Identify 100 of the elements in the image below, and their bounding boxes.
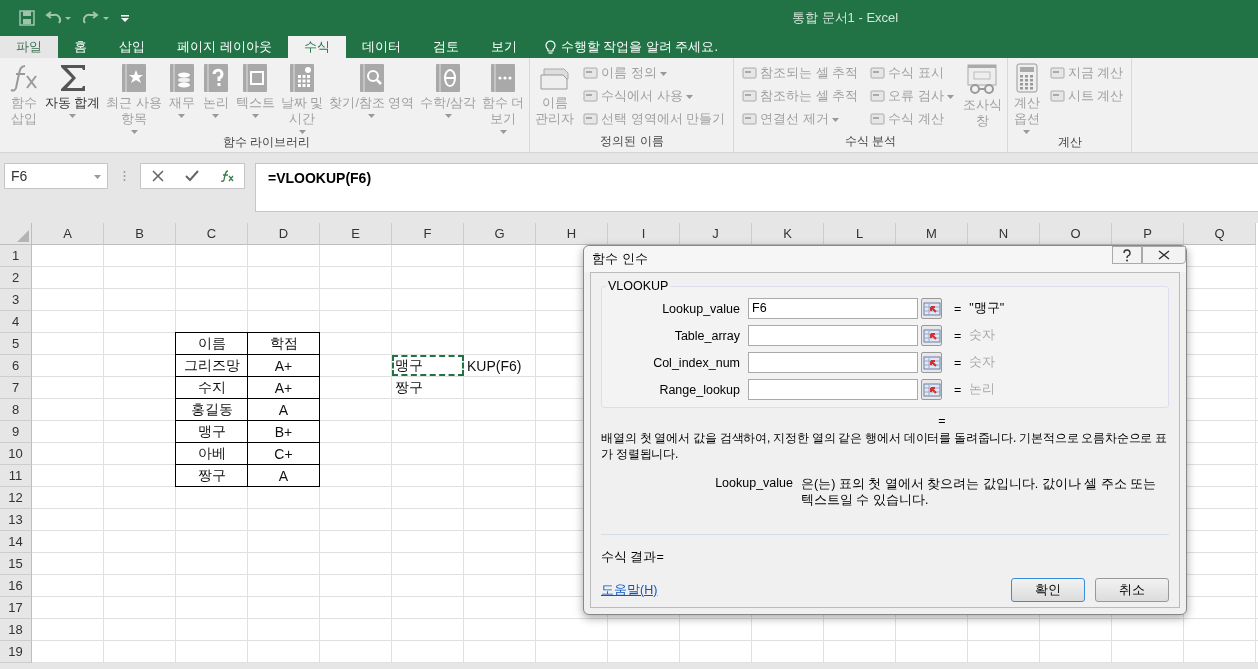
close-button[interactable] bbox=[1142, 246, 1186, 264]
small-command-icon bbox=[583, 112, 599, 126]
argument-field[interactable] bbox=[748, 379, 918, 400]
ribbon-tab[interactable]: 수식 bbox=[287, 36, 346, 58]
function-name: VLOOKUP bbox=[607, 279, 670, 293]
column-header[interactable]: G bbox=[464, 223, 536, 245]
row-header[interactable]: 4 bbox=[0, 311, 32, 333]
function-icon[interactable] bbox=[219, 170, 234, 182]
file-tab[interactable]: 파일 bbox=[0, 36, 58, 58]
argument-result: 논리 bbox=[969, 381, 996, 398]
small-command-icon bbox=[1049, 66, 1065, 80]
row-header[interactable]: 6 bbox=[0, 355, 32, 377]
range-select-button[interactable] bbox=[921, 352, 942, 373]
argument-result: "맹구" bbox=[969, 300, 1005, 317]
row-header[interactable]: 14 bbox=[0, 531, 32, 553]
ok-button[interactable]: 확인 bbox=[1011, 578, 1085, 602]
argument-label: Range_lookup bbox=[658, 382, 741, 397]
tell-me-button[interactable]: 수행할 작업을 알려 주세요. bbox=[532, 36, 731, 58]
table-cell: 맹구 bbox=[392, 355, 464, 376]
save-icon[interactable] bbox=[19, 10, 35, 26]
row-header[interactable]: 1 bbox=[0, 245, 32, 267]
range-select-button[interactable] bbox=[921, 379, 942, 400]
star-book-icon bbox=[121, 63, 148, 93]
small-command-icon bbox=[870, 112, 886, 126]
column-header[interactable]: F bbox=[392, 223, 464, 245]
redo-icon[interactable] bbox=[83, 11, 111, 25]
formula-field[interactable]: =VLOOKUP(F6) bbox=[255, 163, 1258, 212]
row-header[interactable]: 12 bbox=[0, 487, 32, 509]
ribbon-tab[interactable]: 삽입 bbox=[103, 36, 161, 58]
dots-book-icon bbox=[490, 63, 517, 93]
grip-icon bbox=[123, 170, 126, 182]
column-header[interactable]: H bbox=[536, 223, 608, 245]
ribbon-tab[interactable]: 검토 bbox=[416, 36, 475, 58]
corner-triangle-icon bbox=[17, 230, 29, 242]
argument-field[interactable] bbox=[748, 325, 918, 346]
ribbon-button[interactable]: 자동 합계 bbox=[42, 60, 104, 118]
argument-help-name: Lookup_value bbox=[714, 476, 794, 492]
row-header[interactable]: 8 bbox=[0, 399, 32, 421]
argument-label: Table_array bbox=[673, 328, 741, 343]
column-header[interactable]: P bbox=[1112, 223, 1184, 245]
small-command-icon bbox=[742, 66, 758, 80]
row-header[interactable]: 15 bbox=[0, 553, 32, 575]
small-command-icon bbox=[742, 89, 758, 103]
check-icon[interactable] bbox=[184, 170, 199, 182]
name-box[interactable]: F6 bbox=[4, 163, 108, 189]
group-label: 함수 라이브러리 bbox=[222, 134, 312, 151]
group-label: 정의된 이름 bbox=[599, 133, 665, 150]
tell-me-text: 수행할 작업을 알려 주세요. bbox=[560, 38, 719, 56]
row-header[interactable]: 13 bbox=[0, 509, 32, 531]
argument-result: 숫자 bbox=[969, 354, 996, 371]
range-select-button[interactable] bbox=[921, 325, 942, 346]
column-header[interactable]: M bbox=[896, 223, 968, 245]
row-header[interactable]: 2 bbox=[0, 267, 32, 289]
column-header[interactable]: I bbox=[608, 223, 680, 245]
ribbon-tab[interactable]: 데이터 bbox=[345, 36, 417, 58]
ribbon-tab[interactable]: 홈 bbox=[58, 36, 103, 58]
collapse-dialog-icon bbox=[922, 301, 941, 316]
argument-field[interactable] bbox=[748, 352, 918, 373]
column-header[interactable]: B bbox=[104, 223, 176, 245]
small-command-icon bbox=[583, 89, 599, 103]
column-header[interactable]: L bbox=[824, 223, 896, 245]
column-header[interactable]: Q bbox=[1184, 223, 1256, 245]
equals-sign: = bbox=[954, 328, 962, 343]
table-cell: A bbox=[247, 464, 320, 487]
column-header[interactable]: D bbox=[248, 223, 320, 245]
theta-book-icon bbox=[435, 63, 462, 93]
row-header[interactable]: 9 bbox=[0, 421, 32, 443]
column-header[interactable]: A bbox=[32, 223, 104, 245]
cancel-button[interactable]: 취소 bbox=[1095, 578, 1169, 602]
row-header[interactable]: 18 bbox=[0, 619, 32, 641]
row-header[interactable]: 16 bbox=[0, 575, 32, 597]
row-header[interactable]: 19 bbox=[0, 641, 32, 663]
help-link[interactable]: 도움말(H) bbox=[601, 581, 658, 599]
column-header[interactable]: J bbox=[680, 223, 752, 245]
row-header[interactable]: 3 bbox=[0, 289, 32, 311]
table-cell: 학점 bbox=[247, 332, 320, 355]
row-header[interactable]: 5 bbox=[0, 333, 32, 355]
small-command-icon bbox=[870, 66, 886, 80]
column-header[interactable]: N bbox=[968, 223, 1040, 245]
column-header[interactable]: C bbox=[176, 223, 248, 245]
small-command-icon bbox=[870, 89, 886, 103]
row-header[interactable]: 7 bbox=[0, 377, 32, 399]
equals-sign: = bbox=[954, 355, 962, 370]
row-header[interactable]: 11 bbox=[0, 465, 32, 487]
column-header[interactable]: K bbox=[752, 223, 824, 245]
range-select-button[interactable] bbox=[921, 298, 942, 319]
column-header[interactable]: E bbox=[320, 223, 392, 245]
group-label: 계산 bbox=[1056, 134, 1083, 151]
row-header[interactable]: 17 bbox=[0, 597, 32, 619]
equals-sign: = bbox=[938, 414, 946, 428]
argument-field[interactable]: F6 bbox=[748, 298, 918, 319]
row-header[interactable]: 10 bbox=[0, 443, 32, 465]
help-button[interactable] bbox=[1112, 246, 1142, 264]
undo-icon[interactable] bbox=[45, 11, 73, 25]
customize-icon[interactable] bbox=[121, 14, 129, 22]
ribbon-tab[interactable]: 보기 bbox=[474, 36, 533, 58]
ribbon-tab[interactable]: 페이지 레이아웃 bbox=[161, 36, 288, 58]
close-icon bbox=[1158, 250, 1170, 260]
column-header[interactable]: O bbox=[1040, 223, 1112, 245]
cancel-icon[interactable] bbox=[151, 170, 164, 182]
